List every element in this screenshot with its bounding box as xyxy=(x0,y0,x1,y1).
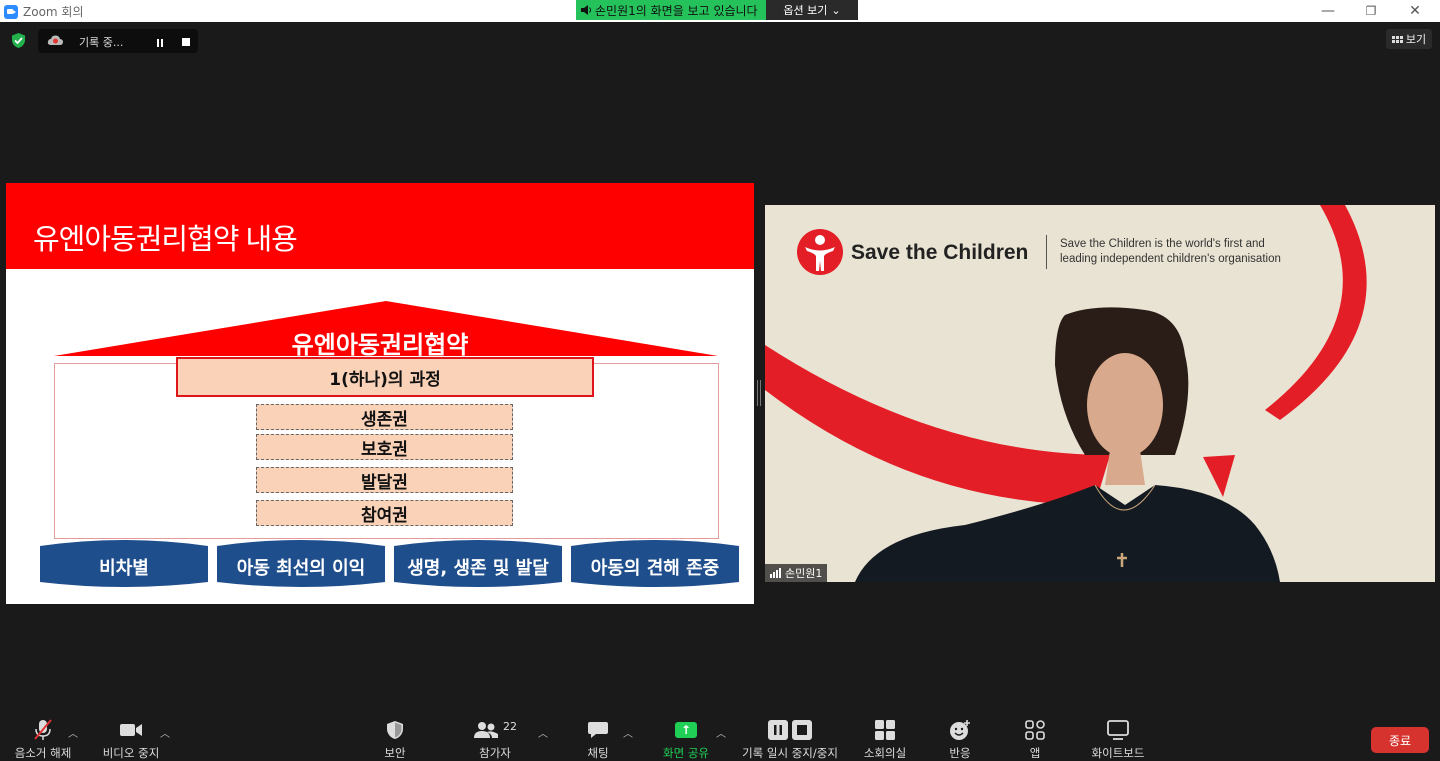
right-box-survival: 생존권 xyxy=(256,404,513,430)
shared-screen-slide: 유엔아동권리협약 내용 유엔아동권리협약 1(하나)의 과정 생존권 보호권 발… xyxy=(6,183,754,604)
whiteboard-button[interactable]: 화이트보드 xyxy=(1087,715,1149,761)
mic-muted-icon xyxy=(34,719,52,740)
speaker-video-tile[interactable]: Save the Children Save the Children is t… xyxy=(765,205,1435,582)
share-options-caret-icon[interactable]: ︿ xyxy=(716,725,726,740)
principle-label: 아동 최선의 이익 xyxy=(236,558,366,579)
principle-pillar-best-interest: 아동 최선의 이익 xyxy=(217,538,385,588)
zoom-logo-icon xyxy=(4,4,18,19)
principle-pillar-respect-views: 아동의 견해 존중 xyxy=(571,538,739,588)
speaker-icon xyxy=(581,5,591,15)
chevron-down-icon: ⌄ xyxy=(831,3,841,17)
security-button[interactable]: 보안 xyxy=(375,715,415,761)
breakout-rooms-icon xyxy=(875,720,895,740)
share-screen-icon: ↑ xyxy=(675,722,697,738)
end-meeting-button[interactable]: 종료 xyxy=(1371,727,1429,753)
chat-button[interactable]: 채팅 xyxy=(578,715,618,761)
recording-status: 기록 중... xyxy=(79,36,124,49)
participant-name: 손민원1 xyxy=(785,567,823,580)
participant-name-tag: 손민원1 xyxy=(765,564,828,582)
pause-icon xyxy=(768,720,788,740)
roof-title: 유엔아동권리협약 xyxy=(291,331,469,359)
chat-bubble-icon xyxy=(588,722,608,738)
sharing-banner-text: 손민원1의 화면을 보고 있습니다 xyxy=(595,3,758,18)
breakout-rooms-button[interactable]: 소회의실 xyxy=(860,715,910,761)
speaker-person xyxy=(855,307,1280,582)
chat-options-caret-icon[interactable]: ︿ xyxy=(623,725,633,740)
window-title: Zoom 회의 xyxy=(23,5,84,19)
stop-recording-button[interactable] xyxy=(176,35,196,49)
stop-video-button[interactable]: 비디오 중지 xyxy=(100,715,162,761)
signal-strength-icon xyxy=(770,568,781,578)
app-title: Zoom 회의 xyxy=(4,3,84,20)
minimize-button[interactable]: — xyxy=(1313,1,1343,21)
view-options-label: 옵션 보기 xyxy=(783,4,828,17)
view-options-button[interactable]: 옵션 보기 ⌄ xyxy=(766,0,858,20)
slide-title: 유엔아동권리협약 내용 xyxy=(33,224,298,256)
video-camera-icon xyxy=(120,724,142,736)
window-title-bar: Zoom 회의 손민원1의 화면을 보고 있습니다 옵션 보기 ⌄ — ❐ ✕ xyxy=(0,0,1440,22)
view-button[interactable]: 보기 xyxy=(1386,29,1432,49)
encryption-shield-icon[interactable] xyxy=(10,32,27,49)
participants-button[interactable]: 22 참가자 xyxy=(470,715,520,761)
cloud-record-icon xyxy=(47,35,64,45)
pause-recording-button[interactable] xyxy=(150,36,170,50)
right-box-participation: 참여권 xyxy=(256,500,513,526)
participants-options-caret-icon[interactable]: ︿ xyxy=(538,725,548,740)
recording-indicator: 기록 중... xyxy=(38,29,198,53)
participants-count: 22 xyxy=(503,719,517,733)
apps-icon xyxy=(1025,720,1045,740)
emoji-reaction-icon xyxy=(950,720,970,740)
whiteboard-icon xyxy=(1107,720,1129,740)
principle-label: 아동의 견해 존중 xyxy=(590,558,720,579)
principle-label: 생명, 생존 및 발달 xyxy=(407,558,549,579)
apps-button[interactable]: 앱 xyxy=(1020,715,1050,761)
principle-label: 비차별 xyxy=(99,558,149,579)
view-button-label: 보기 xyxy=(1405,33,1427,46)
video-options-caret-icon[interactable]: ︿ xyxy=(160,725,170,740)
panel-splitter-handle[interactable] xyxy=(757,380,761,406)
principle-pillar-life-survival: 생명, 생존 및 발달 xyxy=(394,538,562,588)
gallery-grid-icon xyxy=(1391,35,1403,43)
shield-icon xyxy=(387,721,403,739)
sharing-banner: 손민원1의 화면을 보고 있습니다 xyxy=(576,0,766,20)
principle-pillar-non-discrimination: 비차별 xyxy=(40,538,208,588)
reactions-button[interactable]: 반응 xyxy=(940,715,980,761)
unmute-button[interactable]: 음소거 해제 xyxy=(12,715,74,761)
recording-controls-button[interactable]: 기록 일시 중지/중지 xyxy=(738,715,842,761)
right-box-development: 발달권 xyxy=(256,467,513,493)
participants-icon xyxy=(474,722,498,738)
stop-icon xyxy=(792,720,812,740)
meeting-toolbar: 음소거 해제 ︿ 비디오 중지 ︿ 보안 22 참가자 ︿ 채팅 ︿ ↑ 화면 … xyxy=(0,715,1440,761)
audio-options-caret-icon[interactable]: ︿ xyxy=(68,725,78,740)
close-button[interactable]: ✕ xyxy=(1400,1,1430,21)
right-box-protection: 보호권 xyxy=(256,434,513,460)
process-box: 1(하나)의 과정 xyxy=(176,357,594,397)
restore-button[interactable]: ❐ xyxy=(1356,1,1386,21)
share-screen-button[interactable]: ↑ 화면 공유 xyxy=(658,715,714,761)
